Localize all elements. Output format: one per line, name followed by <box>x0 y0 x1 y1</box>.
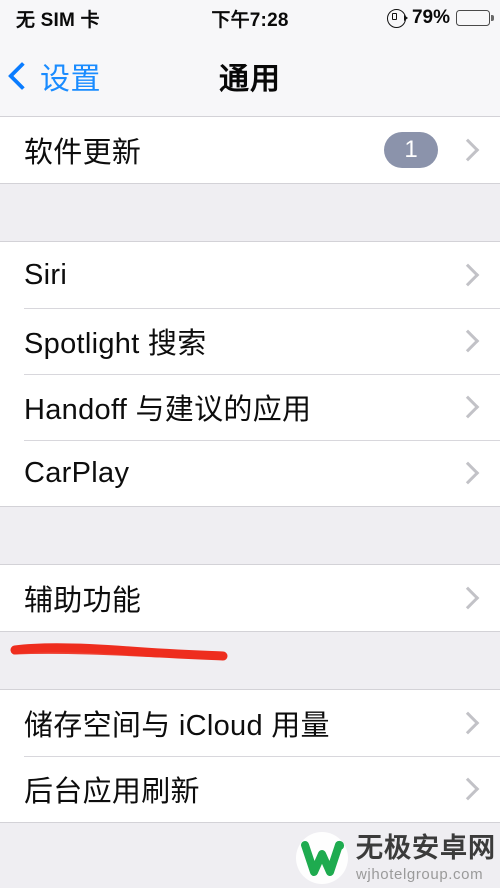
battery-percent-label: 79% <box>411 7 450 28</box>
update-count-badge: 1 <box>384 132 438 168</box>
group-separator <box>0 632 500 689</box>
watermark-url: wjhotelgroup.com <box>356 865 484 883</box>
settings-row-label: Handoff 与建议的应用 <box>24 394 312 426</box>
accessibility-group: 辅助功能 <box>0 564 500 632</box>
chevron-right-icon <box>456 395 480 419</box>
settings-row[interactable]: Handoff 与建议的应用 <box>0 374 500 440</box>
settings-row-label: 储存空间与 iCloud 用量 <box>24 710 330 742</box>
settings-row[interactable]: Spotlight 搜索 <box>0 308 500 374</box>
chevron-right-icon <box>456 711 480 735</box>
settings-row[interactable]: CarPlay <box>0 440 500 506</box>
settings-row-label: 辅助功能 <box>24 585 142 617</box>
watermark-text: 无极安卓网 wjhotelgroup.com <box>356 832 496 883</box>
watermark-title: 无极安卓网 <box>356 832 496 863</box>
settings-row-label: 后台应用刷新 <box>24 776 200 808</box>
storage-group: 储存空间与 iCloud 用量 后台应用刷新 <box>0 689 500 823</box>
group-separator <box>0 184 500 241</box>
settings-row-label: 软件更新 <box>24 137 142 169</box>
chevron-right-icon <box>456 329 480 353</box>
status-bar: 无 SIM 卡 下午7:28 79% <box>0 0 500 36</box>
settings-row[interactable]: 储存空间与 iCloud 用量 <box>0 690 500 756</box>
rotation-lock-icon <box>386 8 408 28</box>
status-bar-right: 79% <box>386 7 494 29</box>
settings-row[interactable]: Siri <box>0 242 500 308</box>
chevron-right-icon <box>456 586 480 610</box>
battery-icon <box>456 10 494 26</box>
time-label: 下午7:28 <box>211 9 289 31</box>
chevron-right-icon <box>456 777 480 801</box>
chevron-right-icon <box>456 138 480 162</box>
software-update-group: 软件更新 1 <box>0 116 500 184</box>
settings-row-label: Siri <box>24 258 68 291</box>
settings-row[interactable]: 软件更新 1 <box>0 117 500 183</box>
chevron-right-icon <box>456 461 480 485</box>
page-title: 通用 <box>219 63 281 96</box>
settings-table: 软件更新 1 Siri Spotlight 搜索 Handoff 与建议的应用 CarPl… <box>0 116 500 823</box>
settings-row-label: Spotlight 搜索 <box>24 328 207 360</box>
settings-row[interactable]: 后台应用刷新 <box>0 756 500 822</box>
settings-row[interactable]: 辅助功能 <box>0 565 500 631</box>
services-group: Siri Spotlight 搜索 Handoff 与建议的应用 CarPlay <box>0 241 500 507</box>
settings-row-label: CarPlay <box>24 456 130 489</box>
group-separator <box>0 507 500 564</box>
chevron-right-icon <box>456 263 480 287</box>
navigation-bar: 设置 通用 <box>0 36 500 116</box>
w-logo-icon <box>296 832 348 884</box>
watermark: 无极安卓网 wjhotelgroup.com <box>296 832 496 884</box>
